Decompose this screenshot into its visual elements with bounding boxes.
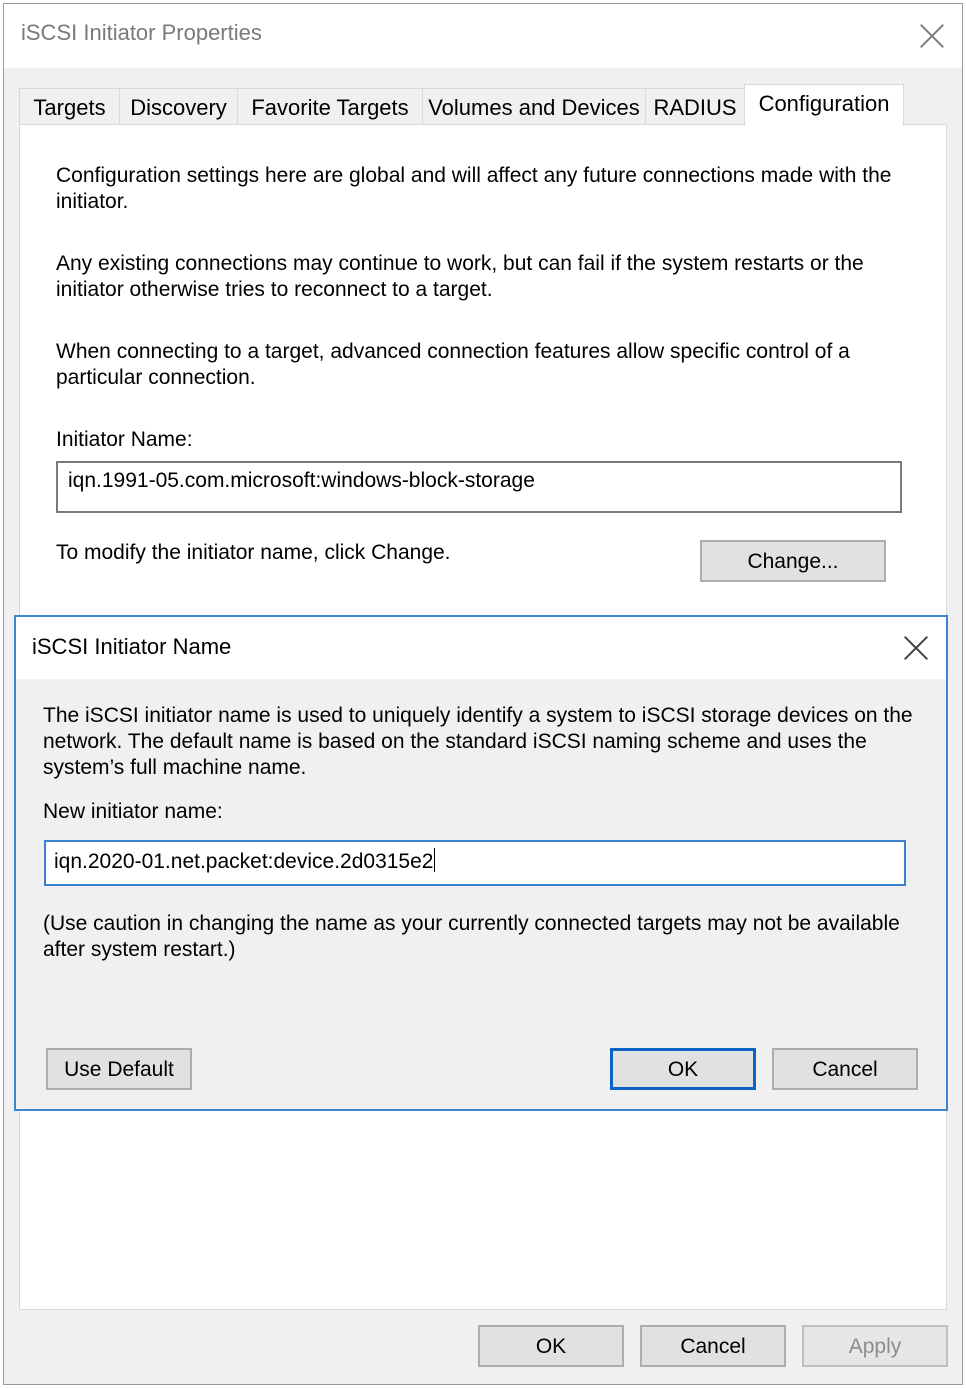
change-button[interactable]: Change...	[700, 540, 886, 582]
apply-button[interactable]: Apply	[802, 1325, 948, 1367]
config-description-3: When connecting to a target, advanced co…	[56, 340, 850, 389]
initiator-name-label: Initiator Name:	[56, 428, 193, 451]
close-icon[interactable]	[898, 630, 934, 666]
caution-text: (Use caution in changing the name as you…	[43, 912, 900, 961]
tab-discovery[interactable]: Discovery	[119, 88, 238, 124]
initiator-name-dialog: iSCSI Initiator Name The iSCSI initiator…	[14, 615, 948, 1111]
dialog-ok-button[interactable]: OK	[610, 1048, 756, 1090]
close-icon[interactable]	[914, 18, 950, 54]
initiator-name-field[interactable]: iqn.1991-05.com.microsoft:windows-block-…	[56, 461, 902, 513]
use-default-button[interactable]: Use Default	[46, 1048, 192, 1090]
ok-button[interactable]: OK	[478, 1325, 624, 1367]
cancel-button[interactable]: Cancel	[640, 1325, 786, 1367]
window-title: iSCSI Initiator Properties	[21, 20, 262, 45]
tab-targets[interactable]: Targets	[19, 88, 120, 124]
new-initiator-name-input[interactable]: iqn.2020-01.net.packet:device.2d0315e2	[44, 840, 906, 886]
dialog-titlebar: iSCSI Initiator Name	[16, 617, 946, 679]
config-description-1: Configuration settings here are global a…	[56, 164, 892, 213]
tab-radius[interactable]: RADIUS	[645, 88, 745, 124]
dialog-cancel-button[interactable]: Cancel	[772, 1048, 918, 1090]
window-titlebar: iSCSI Initiator Properties	[4, 4, 962, 68]
modify-hint: To modify the initiator name, click Chan…	[56, 541, 451, 564]
new-initiator-name-value: iqn.2020-01.net.packet:device.2d0315e2	[54, 850, 434, 873]
tab-volumes-and-devices[interactable]: Volumes and Devices	[422, 88, 646, 124]
tab-configuration[interactable]: Configuration	[744, 84, 904, 126]
text-caret	[434, 848, 436, 872]
tab-favorite-targets[interactable]: Favorite Targets	[237, 88, 423, 124]
new-name-label: New initiator name:	[43, 800, 223, 823]
dialog-title: iSCSI Initiator Name	[32, 634, 232, 659]
dialog-description: The iSCSI initiator name is used to uniq…	[43, 704, 913, 779]
config-description-2: Any existing connections may continue to…	[56, 252, 864, 301]
